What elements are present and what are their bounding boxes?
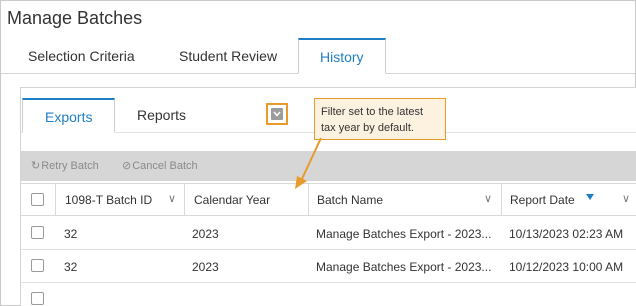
table-row[interactable]: 32 2023 Manage Batches Export - 2023... …: [21, 250, 636, 283]
main-tab-bar: Selection Criteria Student Review Histor…: [1, 38, 635, 74]
page-title: Manage Batches: [7, 8, 143, 28]
cell-batch-id: 32: [64, 227, 78, 241]
column-header-batch-id[interactable]: 1098-T Batch ID ∨: [56, 184, 185, 215]
retry-batch-label: Retry Batch: [41, 160, 99, 172]
cancel-batch-label: Cancel Batch: [132, 160, 198, 172]
callout-arrow: [295, 137, 322, 189]
retry-batch-button[interactable]: ↻Retry Batch: [31, 159, 99, 172]
cell-calendar-year: 2023: [192, 260, 219, 274]
cell-batch-name: Manage Batches Export - 2023...: [316, 227, 492, 241]
tab-student-review[interactable]: Student Review: [179, 48, 277, 64]
row-checkbox[interactable]: [31, 292, 44, 305]
sort-descending-icon: [586, 194, 594, 200]
column-label: Batch Name: [317, 193, 384, 207]
filter-callout: Filter set to the latest tax year by def…: [314, 98, 446, 140]
column-header-batch-name[interactable]: Batch Name ∨: [309, 184, 502, 215]
tab-reports[interactable]: Reports: [115, 98, 208, 133]
app-window: Manage Batches Selection Criteria Studen…: [0, 0, 636, 306]
callout-line-2: tax year by default.: [321, 122, 414, 134]
column-label: Calendar Year: [194, 193, 271, 207]
cancel-icon: ⊘: [122, 160, 132, 172]
column-label: Report Date: [510, 193, 575, 207]
table-row-empty: [21, 283, 636, 306]
cell-report-date: 10/12/2023 10:00 AM: [509, 260, 624, 274]
calendar-year-filter-highlight[interactable]: [266, 103, 288, 125]
chevron-down-icon[interactable]: ∨: [622, 192, 630, 205]
cell-batch-id: 32: [64, 260, 78, 274]
tab-selection-criteria[interactable]: Selection Criteria: [28, 48, 135, 64]
select-all-checkbox[interactable]: [31, 193, 44, 206]
row-checkbox[interactable]: [31, 259, 44, 272]
column-header-report-date[interactable]: Report Date ∨: [502, 184, 636, 215]
filter-dropdown-icon[interactable]: [271, 108, 283, 120]
retry-icon: ↻: [31, 160, 41, 172]
cell-calendar-year: 2023: [192, 227, 219, 241]
tab-history[interactable]: History: [298, 38, 386, 74]
cell-batch-name: Manage Batches Export - 2023...: [316, 260, 492, 274]
callout-line-1: Filter set to the latest: [321, 106, 424, 118]
row-checkbox[interactable]: [31, 226, 44, 239]
chevron-down-icon[interactable]: ∨: [484, 192, 492, 205]
column-label: 1098-T Batch ID: [65, 193, 153, 207]
tab-exports[interactable]: Exports: [22, 98, 116, 133]
cancel-batch-button[interactable]: ⊘Cancel Batch: [122, 159, 198, 172]
cell-report-date: 10/13/2023 02:23 AM: [509, 227, 624, 241]
header-select-cell: [21, 184, 56, 215]
table-row[interactable]: 32 2023 Manage Batches Export - 2023... …: [21, 217, 636, 250]
chevron-down-icon[interactable]: ∨: [168, 192, 176, 205]
